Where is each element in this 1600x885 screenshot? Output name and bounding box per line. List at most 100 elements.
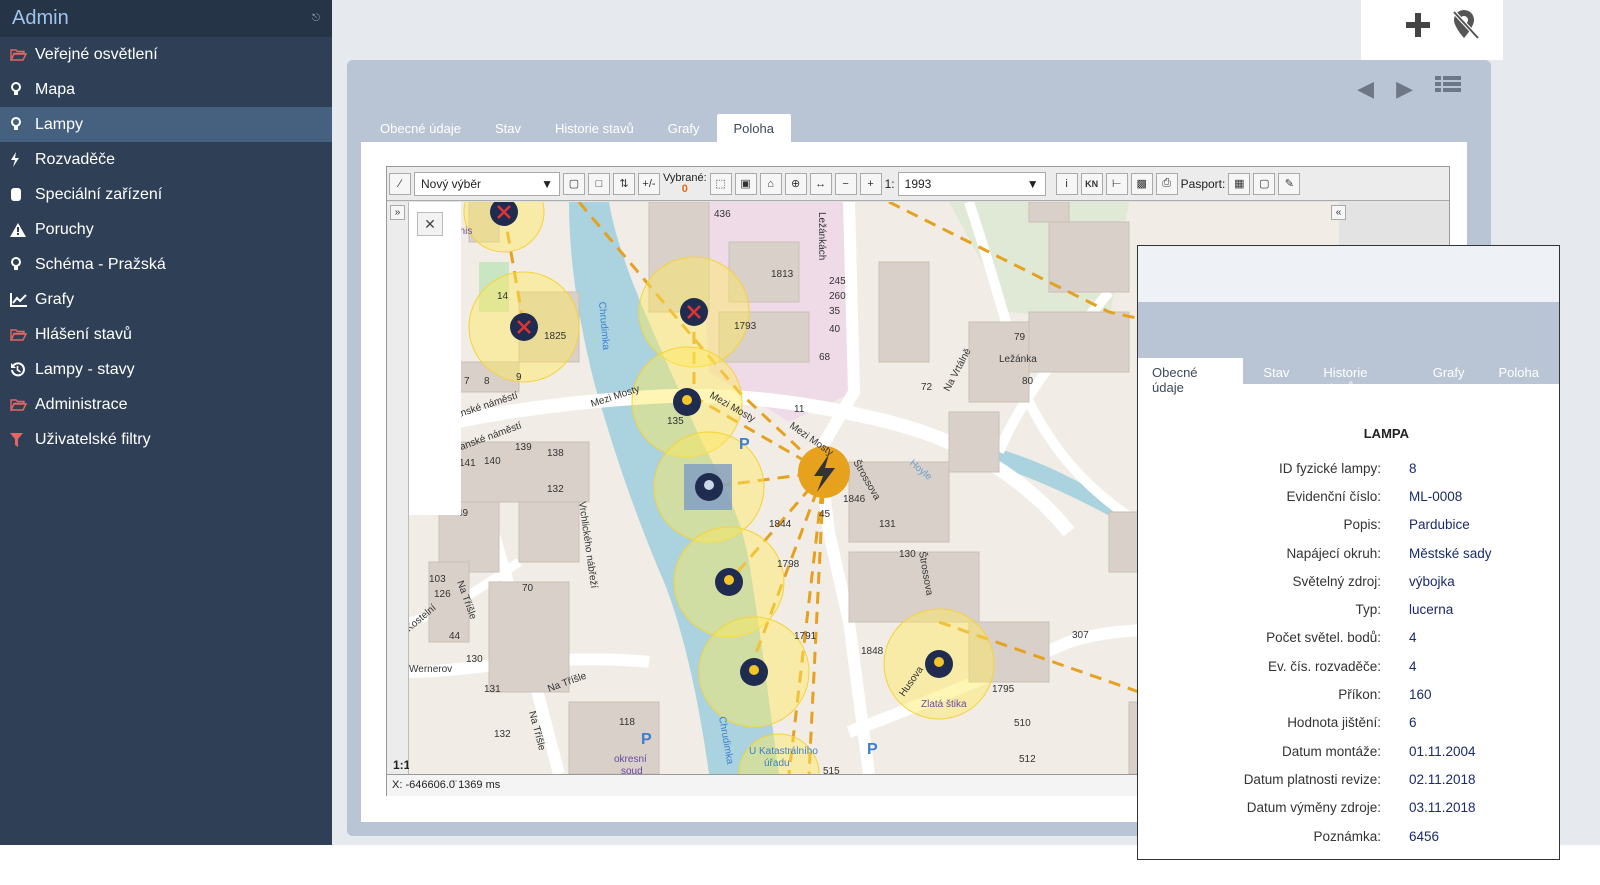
detail-value: 6456: [1409, 828, 1440, 844]
sidebar-item-poruchy[interactable]: Poruchy: [0, 212, 332, 247]
expand-left-icon[interactable]: »: [390, 205, 405, 220]
svg-text:1848: 1848: [861, 646, 884, 657]
svg-text:8: 8: [484, 376, 490, 387]
scale-select[interactable]: 1993 ▼: [897, 171, 1046, 196]
select-rectangle-icon[interactable]: ▢: [563, 172, 585, 195]
info-icon[interactable]: i: [1055, 172, 1078, 195]
chart-icon[interactable]: ▩: [1130, 172, 1153, 195]
lightbulb-icon: [10, 117, 35, 132]
add-remove-button[interactable]: +/-: [638, 172, 660, 195]
svg-text:307: 307: [1072, 630, 1089, 641]
svg-text:Ležánkách: Ležánkách: [816, 212, 827, 260]
sidebar-item-rozvadece[interactable]: Rozvaděče: [0, 142, 332, 177]
tab-stav[interactable]: Stav: [478, 114, 538, 142]
detail-value: 02.11.2018: [1409, 771, 1476, 787]
detail-value: Pardubice: [1409, 517, 1470, 533]
svg-text:úřadu: úřadu: [764, 758, 790, 769]
svg-text:510: 510: [1014, 718, 1031, 729]
svg-text:soud: soud: [621, 766, 643, 774]
map-marker-off-icon[interactable]: [1450, 8, 1482, 47]
sidebar-item-label: Hlášení stavů: [35, 325, 132, 343]
svg-text:515: 515: [823, 766, 840, 774]
detail-label: Napájecí okruh:: [1286, 545, 1381, 561]
tab-stav[interactable]: Stav: [1249, 358, 1303, 400]
add-icon[interactable]: [1403, 10, 1433, 45]
save-icon[interactable]: ▦: [1228, 172, 1251, 195]
detail-row: Datum montáže: 01.11.2004: [1138, 737, 1559, 765]
svg-text:1825: 1825: [544, 331, 567, 342]
detail-row: Popis: Pardubice: [1138, 511, 1559, 539]
svg-text:1813: 1813: [771, 269, 794, 280]
bolt-icon: [10, 152, 35, 167]
selection-mode-select[interactable]: Nový výběr ▼: [414, 171, 560, 196]
pan-icon[interactable]: ↔: [809, 172, 832, 195]
popup-header: [1138, 246, 1559, 302]
sidebar-item-mapa[interactable]: Mapa: [0, 72, 332, 107]
detail-row: Datum platnosti revize: 02.11.2018: [1138, 765, 1559, 793]
sidebar-item-label: Schéma - Pražská: [35, 255, 166, 273]
kn-button[interactable]: KN: [1080, 172, 1103, 195]
tab-bar: Obecné údaje Stav Historie stavů Grafy P…: [363, 114, 791, 142]
tab-historie-stavu[interactable]: Historie stavů: [538, 114, 651, 142]
pin-icon[interactable]: ⎋: [312, 13, 320, 24]
svg-text:14: 14: [497, 291, 509, 302]
tab-obecne-udaje[interactable]: Obecné údaje: [1138, 358, 1244, 400]
tab-grafy[interactable]: Grafy: [1419, 358, 1479, 400]
sidebar: Admin ⎋ Veřejné osvětlení Mapa Lampy Roz…: [0, 0, 332, 845]
frame-icon[interactable]: ▢: [1253, 172, 1276, 195]
tab-obecne-udaje[interactable]: Obecné údaje: [363, 114, 478, 142]
svg-text:7: 7: [464, 376, 470, 387]
lightbulb-icon: [10, 82, 35, 97]
svg-text:130: 130: [899, 549, 916, 560]
next-arrow-icon[interactable]: ▶: [1396, 76, 1413, 102]
zoom-box-icon[interactable]: ⬚: [709, 172, 732, 195]
select-box-icon[interactable]: □: [588, 172, 610, 195]
detail-value: 01.11.2004: [1409, 743, 1476, 759]
sidebar-item-lampy[interactable]: Lampy: [0, 107, 332, 142]
locate-icon[interactable]: ⊕: [784, 172, 807, 195]
sidebar-item-verejne-osvetleni[interactable]: Veřejné osvětlení: [0, 37, 332, 72]
svg-text:512: 512: [1019, 754, 1036, 765]
svg-text:139: 139: [515, 442, 532, 453]
sidebar-item-administrace[interactable]: Administrace: [0, 387, 332, 422]
measure-icon[interactable]: ∕: [389, 172, 411, 195]
svg-text:70: 70: [522, 583, 534, 594]
close-icon[interactable]: ✕: [417, 212, 443, 236]
image-icon[interactable]: ▣: [734, 172, 757, 195]
tab-poloha[interactable]: Poloha: [716, 114, 791, 142]
tab-historie-stavu[interactable]: Historie stavů: [1309, 358, 1412, 400]
zoom-in-button[interactable]: +: [859, 172, 882, 195]
sidebar-item-grafy[interactable]: Grafy: [0, 282, 332, 317]
sidebar-item-hlaseni-stavu[interactable]: Hlášení stavů: [0, 317, 332, 352]
list-view-icon[interactable]: [1435, 76, 1461, 102]
svg-text:35: 35: [829, 306, 841, 317]
edit-icon[interactable]: ✎: [1278, 172, 1301, 195]
detail-label: Datum platnosti revize:: [1243, 771, 1381, 787]
detail-value: 6: [1409, 715, 1417, 731]
detail-label: Světelný zdroj:: [1292, 573, 1381, 589]
detail-value: 4: [1409, 658, 1417, 674]
app-title[interactable]: Admin: [12, 7, 69, 30]
sidebar-item-label: Veřejné osvětlení: [35, 45, 158, 63]
detail-row: Hodnota jištění: 6: [1138, 709, 1559, 737]
svg-text:132: 132: [494, 729, 511, 740]
tab-poloha[interactable]: Poloha: [1485, 358, 1553, 400]
home-icon[interactable]: ⌂: [759, 172, 782, 195]
sidebar-item-lampy-stavy[interactable]: Lampy - stavy: [0, 352, 332, 387]
measure-distance-icon[interactable]: ⊢: [1105, 172, 1128, 195]
sidebar-item-label: Grafy: [35, 290, 75, 308]
sidebar-item-schema-prazska[interactable]: Schéma - Pražská: [0, 247, 332, 282]
chevron-down-icon: ▼: [1026, 176, 1039, 191]
zoom-out-button[interactable]: −: [834, 172, 857, 195]
prev-arrow-icon[interactable]: ◀: [1357, 76, 1374, 102]
collapse-right-icon[interactable]: «: [1331, 205, 1346, 220]
select-line-icon[interactable]: ⇅: [613, 172, 635, 195]
svg-text:11: 11: [794, 404, 805, 415]
svg-text:40: 40: [829, 324, 841, 335]
sidebar-header: Admin ⎋: [0, 0, 332, 37]
print-icon[interactable]: ⎙: [1155, 172, 1178, 195]
detail-row: Počet světel. bodů: 4: [1138, 624, 1559, 652]
sidebar-item-uzivatelske-filtry[interactable]: Uživatelské filtry: [0, 422, 332, 457]
sidebar-item-specialni-zarizeni[interactable]: Speciální zařízení: [0, 177, 332, 212]
tab-grafy[interactable]: Grafy: [651, 114, 717, 142]
